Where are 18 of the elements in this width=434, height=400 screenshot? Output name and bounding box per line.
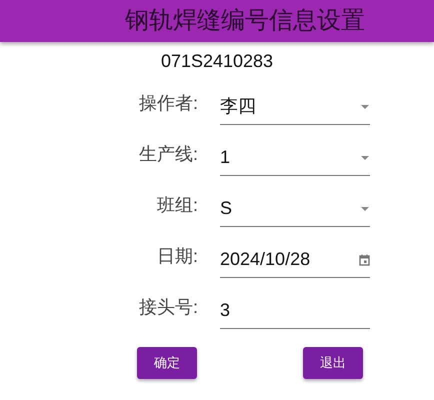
calendar-icon: [359, 254, 370, 266]
caret-icon: [361, 206, 369, 210]
field-label: 生产线:: [138, 143, 198, 166]
field-label: 班组:: [156, 194, 198, 217]
serial-number: 071S2410283: [160, 50, 274, 72]
window-title: 钢轨焊缝编号信息设置: [125, 9, 365, 33]
dropdown-field[interactable]: 李四: [220, 93, 370, 125]
field-label: 操作者:: [138, 92, 198, 115]
caret-icon: [361, 156, 369, 160]
date-field[interactable]: 2024/10/28: [220, 246, 370, 278]
confirm-button[interactable]: 确定: [137, 347, 197, 379]
dropdown-field[interactable]: S: [220, 195, 370, 227]
field-label: 日期:: [156, 245, 198, 268]
field-label: 接头号:: [138, 296, 198, 319]
caret-icon: [361, 104, 369, 108]
exit-button[interactable]: 退出: [303, 347, 363, 379]
dropdown-field[interactable]: 1: [220, 144, 370, 176]
input-field[interactable]: 3: [220, 297, 370, 329]
